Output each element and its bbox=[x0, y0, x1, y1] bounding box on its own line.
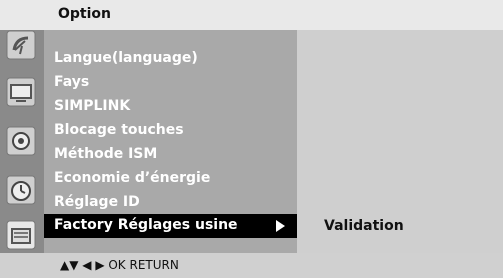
menu-item-reglage-id[interactable]: Réglage ID bbox=[54, 194, 140, 210]
nav-hint-bar: ▲▼ ◀ ▶ OK RETURN bbox=[0, 253, 503, 278]
menu-item-langue[interactable]: Langue(language) bbox=[54, 50, 198, 66]
page-title: Option bbox=[58, 6, 111, 22]
category-icon-bar bbox=[0, 30, 44, 253]
option-settings-icon[interactable] bbox=[6, 220, 36, 250]
menu-item-factory-reset-selected[interactable]: Factory Réglages usine bbox=[44, 214, 297, 238]
option-menu-list: Langue(language) Fays SIMPLINK Blocage t… bbox=[44, 30, 297, 253]
tv-screen-icon[interactable] bbox=[6, 77, 36, 107]
speaker-icon[interactable] bbox=[6, 126, 36, 156]
menu-item-fays[interactable]: Fays bbox=[54, 74, 89, 90]
menu-item-economie-energie[interactable]: Economie d’énergie bbox=[54, 170, 210, 186]
menu-item-factory-reset-label: Factory Réglages usine bbox=[54, 217, 238, 233]
right-arrow-icon bbox=[276, 220, 285, 232]
submenu-panel: Validation bbox=[297, 30, 503, 253]
validation-option[interactable]: Validation bbox=[324, 218, 404, 234]
menu-item-simplink[interactable]: SIMPLINK bbox=[54, 98, 130, 114]
satellite-dish-icon[interactable] bbox=[6, 30, 36, 60]
nav-hint-text: ▲▼ ◀ ▶ OK RETURN bbox=[60, 258, 179, 272]
menu-item-blocage-touches[interactable]: Blocage touches bbox=[54, 122, 184, 138]
menu-header: Option bbox=[0, 0, 503, 30]
menu-item-methode-ism[interactable]: Méthode ISM bbox=[54, 146, 157, 162]
clock-icon[interactable] bbox=[6, 175, 36, 205]
